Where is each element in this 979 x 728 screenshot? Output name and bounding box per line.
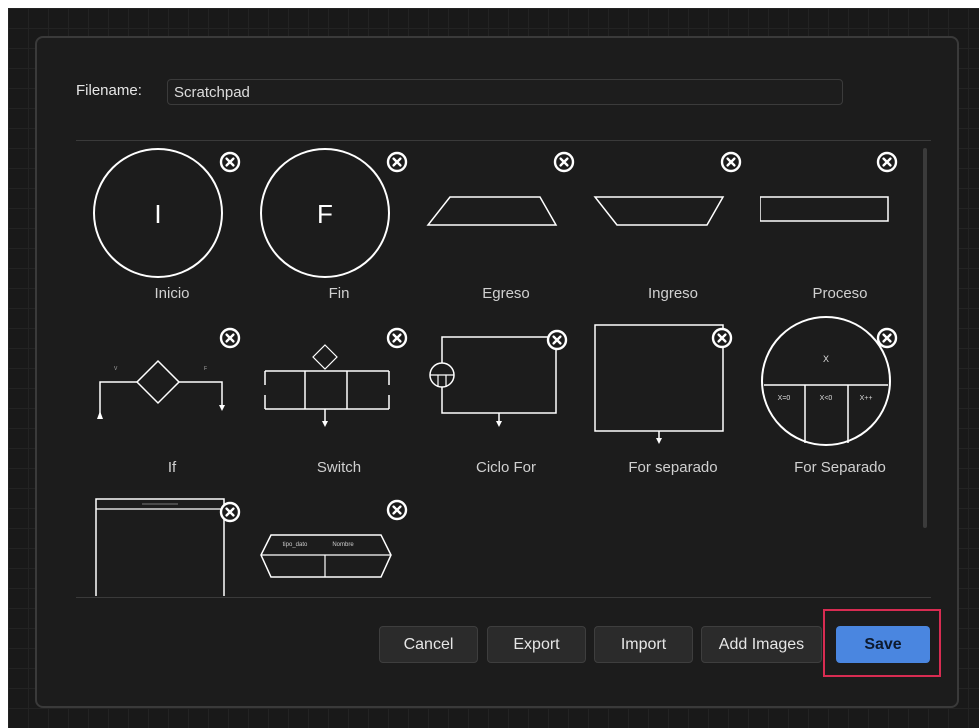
delete-icon[interactable]	[711, 327, 733, 349]
bottom-divider	[76, 597, 931, 598]
fin-glyph: F	[317, 199, 333, 229]
for-step-mini-label: X++	[860, 395, 873, 402]
library-item-inicio[interactable]: I Inicio	[92, 141, 252, 316]
if-true-mini-label: V	[114, 366, 118, 372]
library-item-proceso[interactable]: Proceso	[760, 141, 920, 316]
item-label: Inicio	[154, 285, 190, 302]
delete-icon[interactable]	[876, 327, 898, 349]
item-label: For separado	[628, 459, 718, 476]
item-label: Fin	[328, 285, 350, 302]
item-label: Ciclo For	[475, 459, 536, 476]
library-item-ingreso[interactable]: Ingreso	[593, 141, 753, 316]
delete-icon[interactable]	[553, 151, 575, 173]
import-button[interactable]: Import	[594, 626, 693, 663]
item-label: If	[167, 459, 177, 476]
cancel-button[interactable]: Cancel	[379, 626, 478, 663]
item-label: Egreso	[482, 285, 530, 302]
library-item-function-block[interactable]	[92, 489, 252, 596]
add-images-button[interactable]: Add Images	[701, 626, 822, 663]
delete-icon[interactable]	[386, 327, 408, 349]
library-grid: I Inicio F Fin Egreso Ingreso Proceso V …	[76, 141, 931, 596]
nombre-mini-label: Nombre	[332, 542, 354, 548]
tipo-dato-mini-label: tipo_dato	[283, 542, 308, 548]
item-label: For Separado	[794, 459, 886, 476]
library-item-if[interactable]: V F If	[92, 315, 252, 490]
library-item-for-separado[interactable]: For separado	[593, 315, 753, 490]
for-cond-mini-label: X<0	[820, 395, 833, 402]
filename-input[interactable]	[167, 79, 843, 105]
filename-label: Filename:	[76, 82, 142, 99]
item-label: Proceso	[812, 285, 868, 302]
save-button[interactable]: Save	[836, 626, 930, 663]
library-scrollbar[interactable]	[923, 148, 927, 528]
delete-icon[interactable]	[219, 151, 241, 173]
for-init-mini-label: X=0	[778, 395, 791, 402]
delete-icon[interactable]	[876, 151, 898, 173]
library-item-for-separado-circle[interactable]: X X=0 X<0 X++ For Separado	[760, 315, 920, 490]
for-var-mini-label: X	[823, 354, 829, 364]
library-item-fin[interactable]: F Fin	[259, 141, 419, 316]
item-label: Ingreso	[647, 285, 699, 302]
delete-icon[interactable]	[720, 151, 742, 173]
delete-icon[interactable]	[219, 327, 241, 349]
item-label: Switch	[316, 459, 362, 476]
delete-icon[interactable]	[219, 501, 241, 523]
inicio-glyph: I	[154, 199, 161, 229]
library-item-switch[interactable]: Switch	[259, 315, 419, 490]
delete-icon[interactable]	[546, 329, 568, 351]
library-item-egreso[interactable]: Egreso	[426, 141, 586, 316]
delete-icon[interactable]	[386, 151, 408, 173]
library-item-variable-declaration[interactable]: tipo_dato Nombre	[259, 489, 419, 596]
library-item-ciclo-for[interactable]: Ciclo For	[426, 315, 586, 490]
delete-icon[interactable]	[386, 499, 408, 521]
export-button[interactable]: Export	[487, 626, 586, 663]
if-false-mini-label: F	[204, 366, 207, 372]
